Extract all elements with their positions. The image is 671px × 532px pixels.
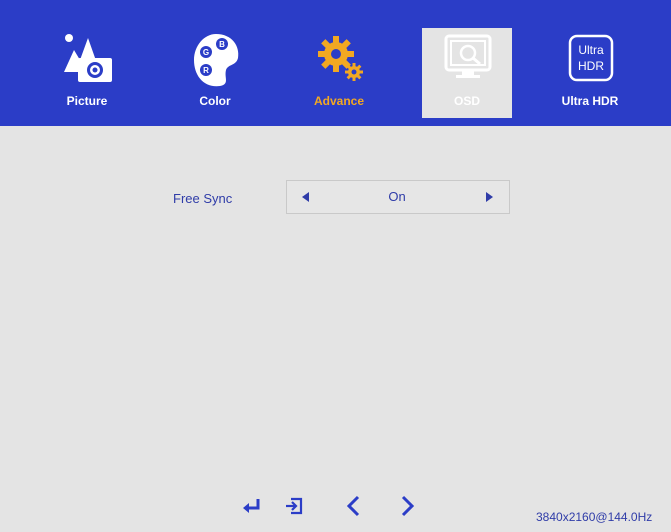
free-sync-selector[interactable]: On (286, 180, 510, 214)
tab-ultra-hdr-label: Ultra HDR (561, 94, 619, 108)
palette-icon: B G R (194, 34, 239, 87)
free-sync-value: On (388, 189, 406, 204)
tab-advance[interactable]: Advance (294, 28, 384, 118)
tab-color[interactable]: B G R Color (170, 28, 260, 118)
ultra-hdr-icon-text-hdr: HDR (578, 59, 604, 73)
palette-letter-b: B (219, 40, 225, 49)
enter-icon[interactable] (240, 494, 264, 518)
exit-icon[interactable] (282, 494, 306, 518)
ultra-hdr-icon: Ultra HDR (568, 34, 614, 82)
tab-bar: Picture B G R Color Advance OSD Ultra HD… (0, 0, 671, 126)
tab-picture[interactable]: Picture (42, 28, 132, 118)
triangle-right-icon[interactable] (482, 190, 496, 204)
triangle-left-icon[interactable] (299, 190, 313, 204)
palette-letter-g: G (203, 48, 209, 57)
resolution-status: 3840x2160@144.0Hz (536, 510, 653, 524)
tab-picture-label: Picture (66, 94, 108, 108)
tab-ultra-hdr[interactable]: Ultra HDR Ultra HDR (545, 28, 635, 118)
tab-osd[interactable]: OSD (422, 28, 512, 118)
monitor-search-icon (444, 34, 492, 78)
ultra-hdr-icon-text-ultra: Ultra (578, 43, 604, 57)
gear-icon (318, 36, 363, 81)
chevron-right-icon[interactable] (395, 494, 419, 518)
tab-color-label: Color (199, 94, 231, 108)
picture-icon (64, 34, 112, 82)
free-sync-label: Free Sync (173, 191, 233, 206)
tab-advance-label: Advance (313, 94, 365, 108)
osd-menu: Picture B G R Color Advance OSD Ultra HD… (0, 0, 671, 532)
palette-letter-r: R (203, 66, 209, 75)
chevron-left-icon[interactable] (342, 494, 366, 518)
tab-osd-label: OSD (453, 94, 480, 108)
